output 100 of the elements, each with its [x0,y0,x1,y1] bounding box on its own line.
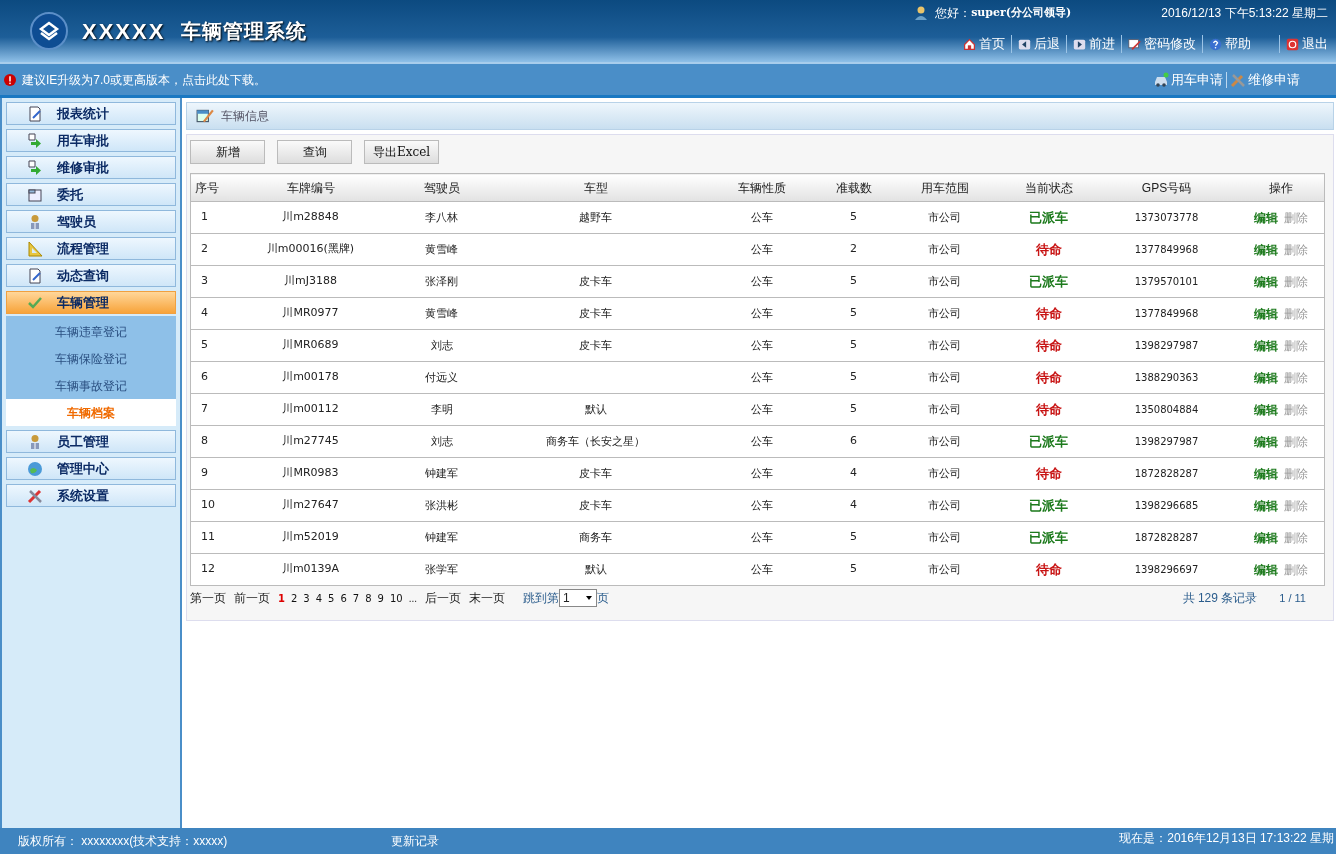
table-cell: 市公司 [928,307,961,320]
edit-link[interactable]: 编辑 [1253,466,1278,481]
table-cell: 5 [850,370,857,384]
page-number-link[interactable]: 3 [303,590,310,606]
nav-link[interactable]: 前进 [1073,34,1115,54]
sidebar-menu-item[interactable]: 动态查询 [6,264,176,287]
submenu-item[interactable]: 车辆档案 [6,399,176,426]
table-cell: 2 [850,242,857,256]
page-number-link[interactable]: 10 [389,590,403,606]
sidebar-menu-item[interactable]: 员工管理 [6,430,176,453]
sidebar-menu-item[interactable]: 委托 [6,183,176,206]
nav-link[interactable]: 后退 [1018,34,1060,54]
pagination-link[interactable]: 第一页 [190,589,226,607]
status-text: 已派车 [1029,433,1068,449]
pagination-link[interactable]: 末一页 [469,589,506,607]
quick-link[interactable]: 维修申请 [1230,69,1300,90]
edit-link[interactable]: 编辑 [1253,498,1278,513]
sidebar-menu-item[interactable]: 驾驶员 [6,210,176,233]
sidebar-menu-item[interactable]: 报表统计 [6,102,176,125]
sidebar-menu-item[interactable]: 系统设置 [6,484,176,507]
table-cell: 皮卡车 [579,339,612,352]
delete-link[interactable]: 删除 [1283,338,1308,353]
toolbar-button[interactable]: 查询 [277,140,352,164]
edit-window-icon [195,107,215,125]
delete-link[interactable]: 删除 [1283,370,1308,385]
table-cell: 5 [850,274,857,288]
changelog-link[interactable]: 更新记录 [391,832,440,850]
page-select[interactable]: 1 [559,589,598,607]
submenu-item[interactable]: 车辆保险登记 [6,345,176,372]
delete-link[interactable]: 删除 [1283,306,1308,321]
delete-link[interactable]: 删除 [1283,498,1308,513]
sidebar-menu-item[interactable]: 用车审批 [6,129,176,152]
jump-label: 页 [597,590,610,607]
pagination-link[interactable]: 后一页 [425,589,462,607]
page-number-link[interactable]: 2 [290,590,298,606]
page-number-link[interactable]: 8 [365,590,372,606]
submenu-item[interactable]: 车辆事故登记 [6,372,176,399]
sidebar-menu-item[interactable]: 车辆管理 [6,291,176,314]
page-number-link[interactable]: 7 [352,590,360,606]
delete-link[interactable]: 删除 [1283,466,1308,481]
sidebar-menu-item[interactable]: 维修审批 [6,156,176,179]
table-cell: 张学军 [425,563,458,576]
toolbar-button[interactable]: 导出Excel [364,140,439,164]
page-number-link[interactable]: 1 [278,590,285,606]
delete-link[interactable]: 删除 [1283,242,1308,257]
page-number-link[interactable]: 6 [340,590,347,606]
table-cell: 刘志 [430,435,453,448]
page-number-link[interactable]: 5 [328,590,335,606]
toolbar-button[interactable]: 新增 [190,140,265,164]
table-cell: 6 [850,434,857,448]
table-cell: 1373073778 [1134,212,1199,223]
delete-link[interactable]: 删除 [1283,434,1308,449]
edit-link[interactable]: 编辑 [1253,562,1278,577]
edit-link[interactable]: 编辑 [1253,434,1278,449]
ellipsis-text: ... [408,591,418,606]
table-cell: 1379570101 [1134,276,1199,287]
column-header: 序号 [190,173,226,202]
table-cell: 公车 [750,435,773,448]
table-cell: 7 [201,402,208,416]
table-cell: 市公司 [928,435,961,448]
quick-link[interactable]: 用车申请 [1153,69,1223,90]
delete-link[interactable]: 删除 [1283,274,1308,289]
table-cell: 公车 [750,531,773,544]
submenu-item[interactable]: 车辆违章登记 [6,318,176,345]
table-cell: 5 [850,402,857,416]
nav-link[interactable]: 密码修改 [1128,34,1196,54]
edit-link[interactable]: 编辑 [1253,242,1278,257]
edit-link[interactable]: 编辑 [1253,210,1278,225]
edit-link[interactable]: 编辑 [1253,402,1278,417]
back-icon [1018,37,1031,51]
edit-link[interactable]: 编辑 [1253,338,1278,353]
greeting-text: 您好： [935,5,972,22]
edit-link[interactable]: 编辑 [1253,530,1278,545]
table-cell: 公车 [750,563,773,576]
tools-icon [27,487,43,504]
car-icon [1153,71,1169,88]
status-text: 待命 [1035,465,1062,481]
pagination-link[interactable]: 前一页 [234,589,270,607]
edit-link[interactable]: 编辑 [1253,274,1278,289]
edit-link[interactable]: 编辑 [1253,306,1278,321]
upgrade-notice-link[interactable]: 建议IE升级为7.0或更高版本，点击此处下载。 [22,70,267,89]
table-cell: 市公司 [928,243,961,256]
table-cell: 5 [850,338,857,352]
delete-link[interactable]: 删除 [1283,210,1308,225]
delete-link[interactable]: 删除 [1283,402,1308,417]
page-number-link[interactable]: 4 [315,590,323,606]
edit-link[interactable]: 编辑 [1253,370,1278,385]
column-header: 车型 [487,173,704,202]
page-number-link[interactable]: 9 [377,590,384,606]
sidebar-menu-item[interactable]: 流程管理 [6,237,176,260]
nav-link[interactable]: 退出 [1286,34,1328,54]
nav-link[interactable]: 帮助 [1209,34,1251,54]
current-time-text: 现在是：2016年12月13日 17:13:22 星期 [1119,830,1334,847]
help-icon [1209,37,1222,51]
delete-link[interactable]: 删除 [1283,562,1308,577]
sidebar-menu-item[interactable]: 管理中心 [6,457,176,480]
nav-link[interactable]: 首页 [963,34,1005,54]
logo-icon [30,12,68,50]
table-cell: 钟建军 [425,531,458,544]
delete-link[interactable]: 删除 [1283,530,1308,545]
